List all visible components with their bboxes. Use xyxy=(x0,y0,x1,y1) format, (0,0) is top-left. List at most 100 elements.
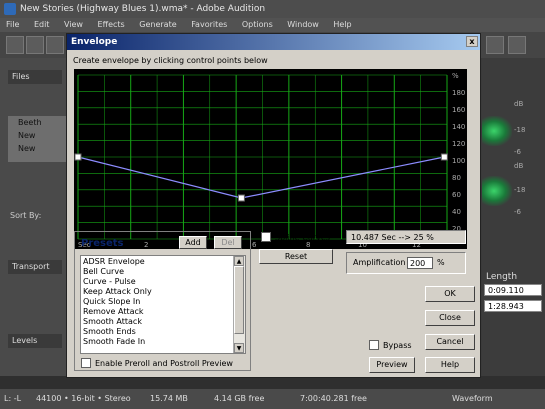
dialog-title-bar: Envelope x xyxy=(67,34,480,50)
db-label: dB xyxy=(514,100,524,108)
tab-levels[interactable]: Levels xyxy=(8,334,62,348)
length-label: Length xyxy=(486,272,518,282)
waveform-panel: dB -18 -6 dB -18 -6 Length xyxy=(482,58,545,376)
menu-generate[interactable]: Generate xyxy=(139,20,176,29)
file-list: Beeth New New xyxy=(8,116,66,162)
close-button[interactable]: Close xyxy=(425,310,475,326)
dialog-title: Envelope xyxy=(71,37,118,47)
multitrack-tool-icon[interactable] xyxy=(26,36,44,54)
y-tick-label: 120 xyxy=(452,140,466,148)
toolbar-right-icon[interactable] xyxy=(486,36,504,54)
menu-help[interactable]: Help xyxy=(333,20,351,29)
envelope-dialog: Envelope x Create envelope by clicking c… xyxy=(66,33,481,378)
envelope-control-point[interactable] xyxy=(74,153,82,161)
menu-view[interactable]: View xyxy=(64,20,83,29)
status-format: 44100 • 16-bit • Stereo xyxy=(36,394,131,403)
status-free-time: 7:00:40.281 free xyxy=(300,394,367,403)
status-size: 15.74 MB xyxy=(150,394,188,403)
y-tick-label: 40 xyxy=(452,208,461,216)
waveform-right xyxy=(482,176,512,206)
preset-item[interactable]: Curve - Pulse xyxy=(83,277,136,286)
presets-scrollbar[interactable]: ▲ ▼ xyxy=(233,256,245,353)
audition-app-icon xyxy=(4,3,16,15)
y-tick-label: 60 xyxy=(452,191,461,199)
bypass-checkbox[interactable] xyxy=(369,340,379,350)
y-tick-label: 180 xyxy=(452,89,466,97)
add-preset-button[interactable]: Add xyxy=(179,236,207,249)
tab-transport[interactable]: Transport xyxy=(8,260,62,274)
file-item[interactable]: New xyxy=(18,131,35,140)
edit-view-tool-icon[interactable] xyxy=(6,36,24,54)
presets-list[interactable]: ADSR Envelope Bell Curve Curve - Pulse K… xyxy=(80,255,246,354)
instruction-text: Create envelope by clicking control poin… xyxy=(73,56,268,65)
db-label: -6 xyxy=(514,148,521,156)
preset-item[interactable]: Smooth Ends xyxy=(83,327,136,336)
y-axis-unit: % xyxy=(452,72,459,80)
scroll-down-icon[interactable]: ▼ xyxy=(234,343,244,353)
spline-curves-checkbox[interactable] xyxy=(261,232,271,242)
file-item[interactable]: Beeth xyxy=(18,118,42,127)
reset-button[interactable]: Reset xyxy=(259,249,333,264)
time-field[interactable]: 1:28.943 xyxy=(484,300,542,312)
db-label: -6 xyxy=(514,208,521,216)
preset-item[interactable]: Smooth Fade In xyxy=(83,337,145,346)
x-tick-label: 6 xyxy=(252,241,257,249)
envelope-control-point[interactable] xyxy=(440,153,448,161)
sort-by-label: Sort By: xyxy=(10,211,42,220)
app-title-bar: New Stories (Highway Blues 1).wma* - Ado… xyxy=(0,0,545,18)
enable-preroll-label: Enable Preroll and Postroll Preview xyxy=(95,359,233,368)
amplification-input[interactable]: 200 xyxy=(407,257,433,269)
left-panel: Files Beeth New New Sort By: Transport L… xyxy=(0,58,68,376)
menu-favorites[interactable]: Favorites xyxy=(191,20,227,29)
tab-files[interactable]: Files xyxy=(8,70,62,84)
menu-window[interactable]: Window xyxy=(287,20,319,29)
cancel-button[interactable]: Cancel xyxy=(425,334,475,350)
y-tick-label: 100 xyxy=(452,157,466,165)
status-view: Waveform xyxy=(452,394,493,403)
enable-preroll-checkbox[interactable] xyxy=(81,358,91,368)
preset-item[interactable]: ADSR Envelope xyxy=(83,257,145,266)
db-label: -18 xyxy=(514,126,526,134)
presets-title: Presets xyxy=(81,238,124,249)
amplification-label: Amplification xyxy=(353,258,406,267)
amplification-unit: % xyxy=(437,258,445,267)
menu-edit[interactable]: Edit xyxy=(34,20,50,29)
time-field[interactable]: 0:09.110 xyxy=(484,284,542,296)
db-label: dB xyxy=(514,162,524,170)
status-channel: L: -L xyxy=(4,394,22,403)
delete-preset-button[interactable]: Del xyxy=(214,236,242,249)
close-icon[interactable]: x xyxy=(466,36,478,47)
bypass-label: Bypass xyxy=(383,341,412,350)
preview-button[interactable]: Preview xyxy=(369,357,415,373)
position-readout: 10.487 Sec --> 25 % xyxy=(346,230,466,244)
y-tick-label: 80 xyxy=(452,174,461,182)
envelope-graph[interactable]: Sec 2 4 6 8 10 12 % 180 160 140 120 100 … xyxy=(74,69,467,249)
help-button[interactable]: Help xyxy=(425,357,475,373)
file-item[interactable]: New xyxy=(18,144,35,153)
ok-button[interactable]: OK xyxy=(425,286,475,302)
status-free-disk: 4.14 GB free xyxy=(214,394,265,403)
menu-file[interactable]: File xyxy=(6,20,19,29)
scroll-up-icon[interactable]: ▲ xyxy=(234,256,244,266)
menu-effects[interactable]: Effects xyxy=(98,20,125,29)
preset-item[interactable]: Smooth Attack xyxy=(83,317,142,326)
menu-options[interactable]: Options xyxy=(242,20,273,29)
presets-group: Presets Add Del ADSR Envelope Bell Curve… xyxy=(74,231,251,371)
envelope-line xyxy=(77,156,445,199)
envelope-control-point[interactable] xyxy=(237,194,245,202)
preset-item[interactable]: Bell Curve xyxy=(83,267,124,276)
cd-tool-icon[interactable] xyxy=(46,36,64,54)
db-label: -18 xyxy=(514,186,526,194)
envelope-graph-svg[interactable] xyxy=(74,69,467,249)
status-bar: L: -L 44100 • 16-bit • Stereo 15.74 MB 4… xyxy=(0,389,545,409)
amplification-group: Amplification 200 % xyxy=(346,252,466,274)
preset-item[interactable]: Quick Slope In xyxy=(83,297,140,306)
waveform-left xyxy=(482,116,512,146)
x-tick-label: 8 xyxy=(306,241,311,249)
scroll-thumb[interactable] xyxy=(234,266,244,334)
app-menu-bar: File Edit View Effects Generate Favorite… xyxy=(0,18,545,32)
preset-item[interactable]: Keep Attack Only xyxy=(83,287,152,296)
y-tick-label: 160 xyxy=(452,106,466,114)
toolbar-right-icon-2[interactable] xyxy=(508,36,526,54)
preset-item[interactable]: Remove Attack xyxy=(83,307,144,316)
